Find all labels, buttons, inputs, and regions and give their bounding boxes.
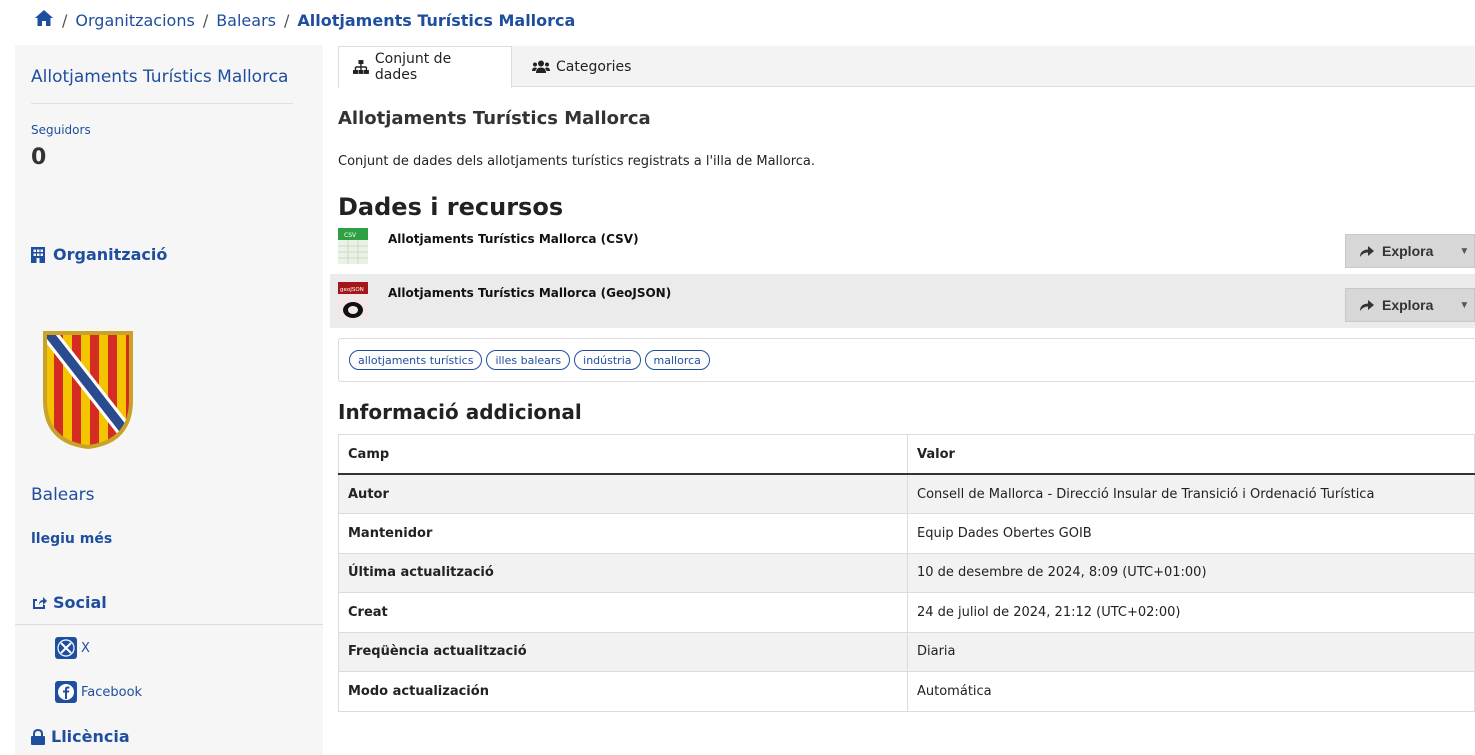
field-key: Autor [338,473,908,514]
table-row: Mantenidor Equip Dades Obertes GOIB [338,513,1475,553]
resource-item-csv: CSV Allotjaments Turístics Mallorca (CSV… [330,220,1475,274]
field-value: Automática [907,671,1475,712]
breadcrumb-separator: / [284,10,290,30]
tag-list: allotjaments turístics illes balears ind… [349,350,710,370]
divider [15,624,323,625]
additional-info-heading: Informació addicional [338,400,582,424]
field-key: Modo actualización [338,671,908,712]
tag[interactable]: illes balears [486,350,571,370]
table-row: Autor Consell de Mallorca - Direcció Ins… [338,473,1475,514]
table-row: Modo actualización Automática [338,671,1475,712]
field-key: Freqüència actualització [338,631,908,672]
social-facebook-label: Facebook [81,684,143,700]
organization-name[interactable]: Balears [31,485,95,505]
tab-datasets-label: Conjunt de dades [374,51,452,83]
users-icon [532,60,550,73]
breadcrumb: / Organitzacions / Balears / Allotjament… [34,8,575,32]
field-value: Consell de Mallorca - Direcció Insular d… [907,473,1475,514]
tag[interactable]: indústria [574,350,641,370]
caret-down-icon: ▼ [1459,245,1470,257]
column-header: Camp [338,434,908,475]
breadcrumb-separator: / [62,10,68,30]
table-row: Freqüència actualització Diaria [338,631,1475,672]
license-heading: Llicència [31,727,130,746]
followers-count: 0 [31,145,47,170]
geojson-file-icon: geoJSON [338,282,368,318]
home-link[interactable] [34,9,54,31]
breadcrumb-current[interactable]: Allotjaments Turístics Mallorca [297,11,575,30]
field-key: Mantenidor [338,513,908,553]
read-more-link[interactable]: llegiu més [31,531,112,547]
share-icon [1360,246,1374,257]
tag[interactable]: allotjaments turístics [349,350,483,370]
tags-box: allotjaments turístics illes balears ind… [338,338,1475,382]
social-heading-label: Social [53,593,107,612]
share-icon [1360,300,1374,311]
field-value: Equip Dades Obertes GOIB [907,513,1475,553]
explore-button[interactable]: Explora ▼ [1345,234,1475,268]
breadcrumb-organizations[interactable]: Organitzacions [75,11,194,30]
resource-title[interactable]: Allotjaments Turístics Mallorca (CSV) [388,232,639,246]
additional-info-table: Camp Valor Autor Consell de Mallorca - D… [338,434,1475,712]
field-key: Creat [338,592,908,632]
share-square-icon [33,596,47,609]
social-x-label: X [81,640,90,656]
breadcrumb-separator: / [202,10,209,30]
social-heading: Social [31,593,107,612]
organization-logo[interactable] [42,330,134,450]
dataset-title: Allotjaments Turístics Mallorca [338,108,651,129]
table-row: Creat 24 de juliol de 2024, 21:12 (UTC+0… [338,592,1475,632]
tab-datasets[interactable]: Conjunt de dades [338,46,512,88]
svg-text:geoJSON: geoJSON [340,287,364,293]
table-header-row: Camp Valor [338,434,1475,475]
x-icon [55,637,77,659]
explore-button-label: Explora [1382,243,1434,259]
organization-heading: Organització [31,245,167,264]
svg-text:CSV: CSV [344,232,357,239]
followers-label[interactable]: Seguidors [31,123,91,137]
explore-button-label: Explora [1382,297,1434,313]
resource-title[interactable]: Allotjaments Turístics Mallorca (GeoJSON… [388,286,671,300]
resources-heading: Dades i recursos [338,193,564,221]
sidebar: Allotjaments Turístics Mallorca Seguidor… [15,45,323,755]
table-row: Última actualització 10 de desembre de 2… [338,552,1475,593]
field-value: 10 de desembre de 2024, 8:09 (UTC+01:00) [907,552,1475,593]
lock-icon [31,728,45,745]
field-value: Diaria [907,631,1475,672]
tag[interactable]: mallorca [644,350,710,370]
divider [31,103,293,104]
field-value: 24 de juliol de 2024, 21:12 (UTC+02:00) [907,592,1475,632]
tab-categories[interactable]: Categories [518,46,645,87]
building-icon [31,246,45,263]
csv-file-icon: CSV [338,228,368,264]
home-icon [35,10,53,26]
field-key: Última actualització [338,552,908,593]
resource-item-geojson: geoJSON Allotjaments Turístics Mallorca … [330,274,1475,328]
column-header: Valor [907,434,1475,475]
social-x-link[interactable]: X [55,637,90,659]
explore-button[interactable]: Explora ▼ [1345,288,1475,322]
social-facebook-link[interactable]: Facebook [55,681,142,703]
sitemap-icon [353,60,369,74]
facebook-icon [55,681,77,703]
dataset-description: Conjunt de dades dels allotjaments turís… [338,154,816,169]
sidebar-dataset-title[interactable]: Allotjaments Turístics Mallorca [31,67,288,87]
tabs-bar: Conjunt de dades Categories [338,46,1475,88]
caret-down-icon: ▼ [1459,299,1470,311]
breadcrumb-balears[interactable]: Balears [216,11,276,30]
license-heading-label: Llicència [51,727,130,746]
tab-categories-label: Categories [556,58,632,75]
organization-heading-label: Organització [53,245,168,264]
